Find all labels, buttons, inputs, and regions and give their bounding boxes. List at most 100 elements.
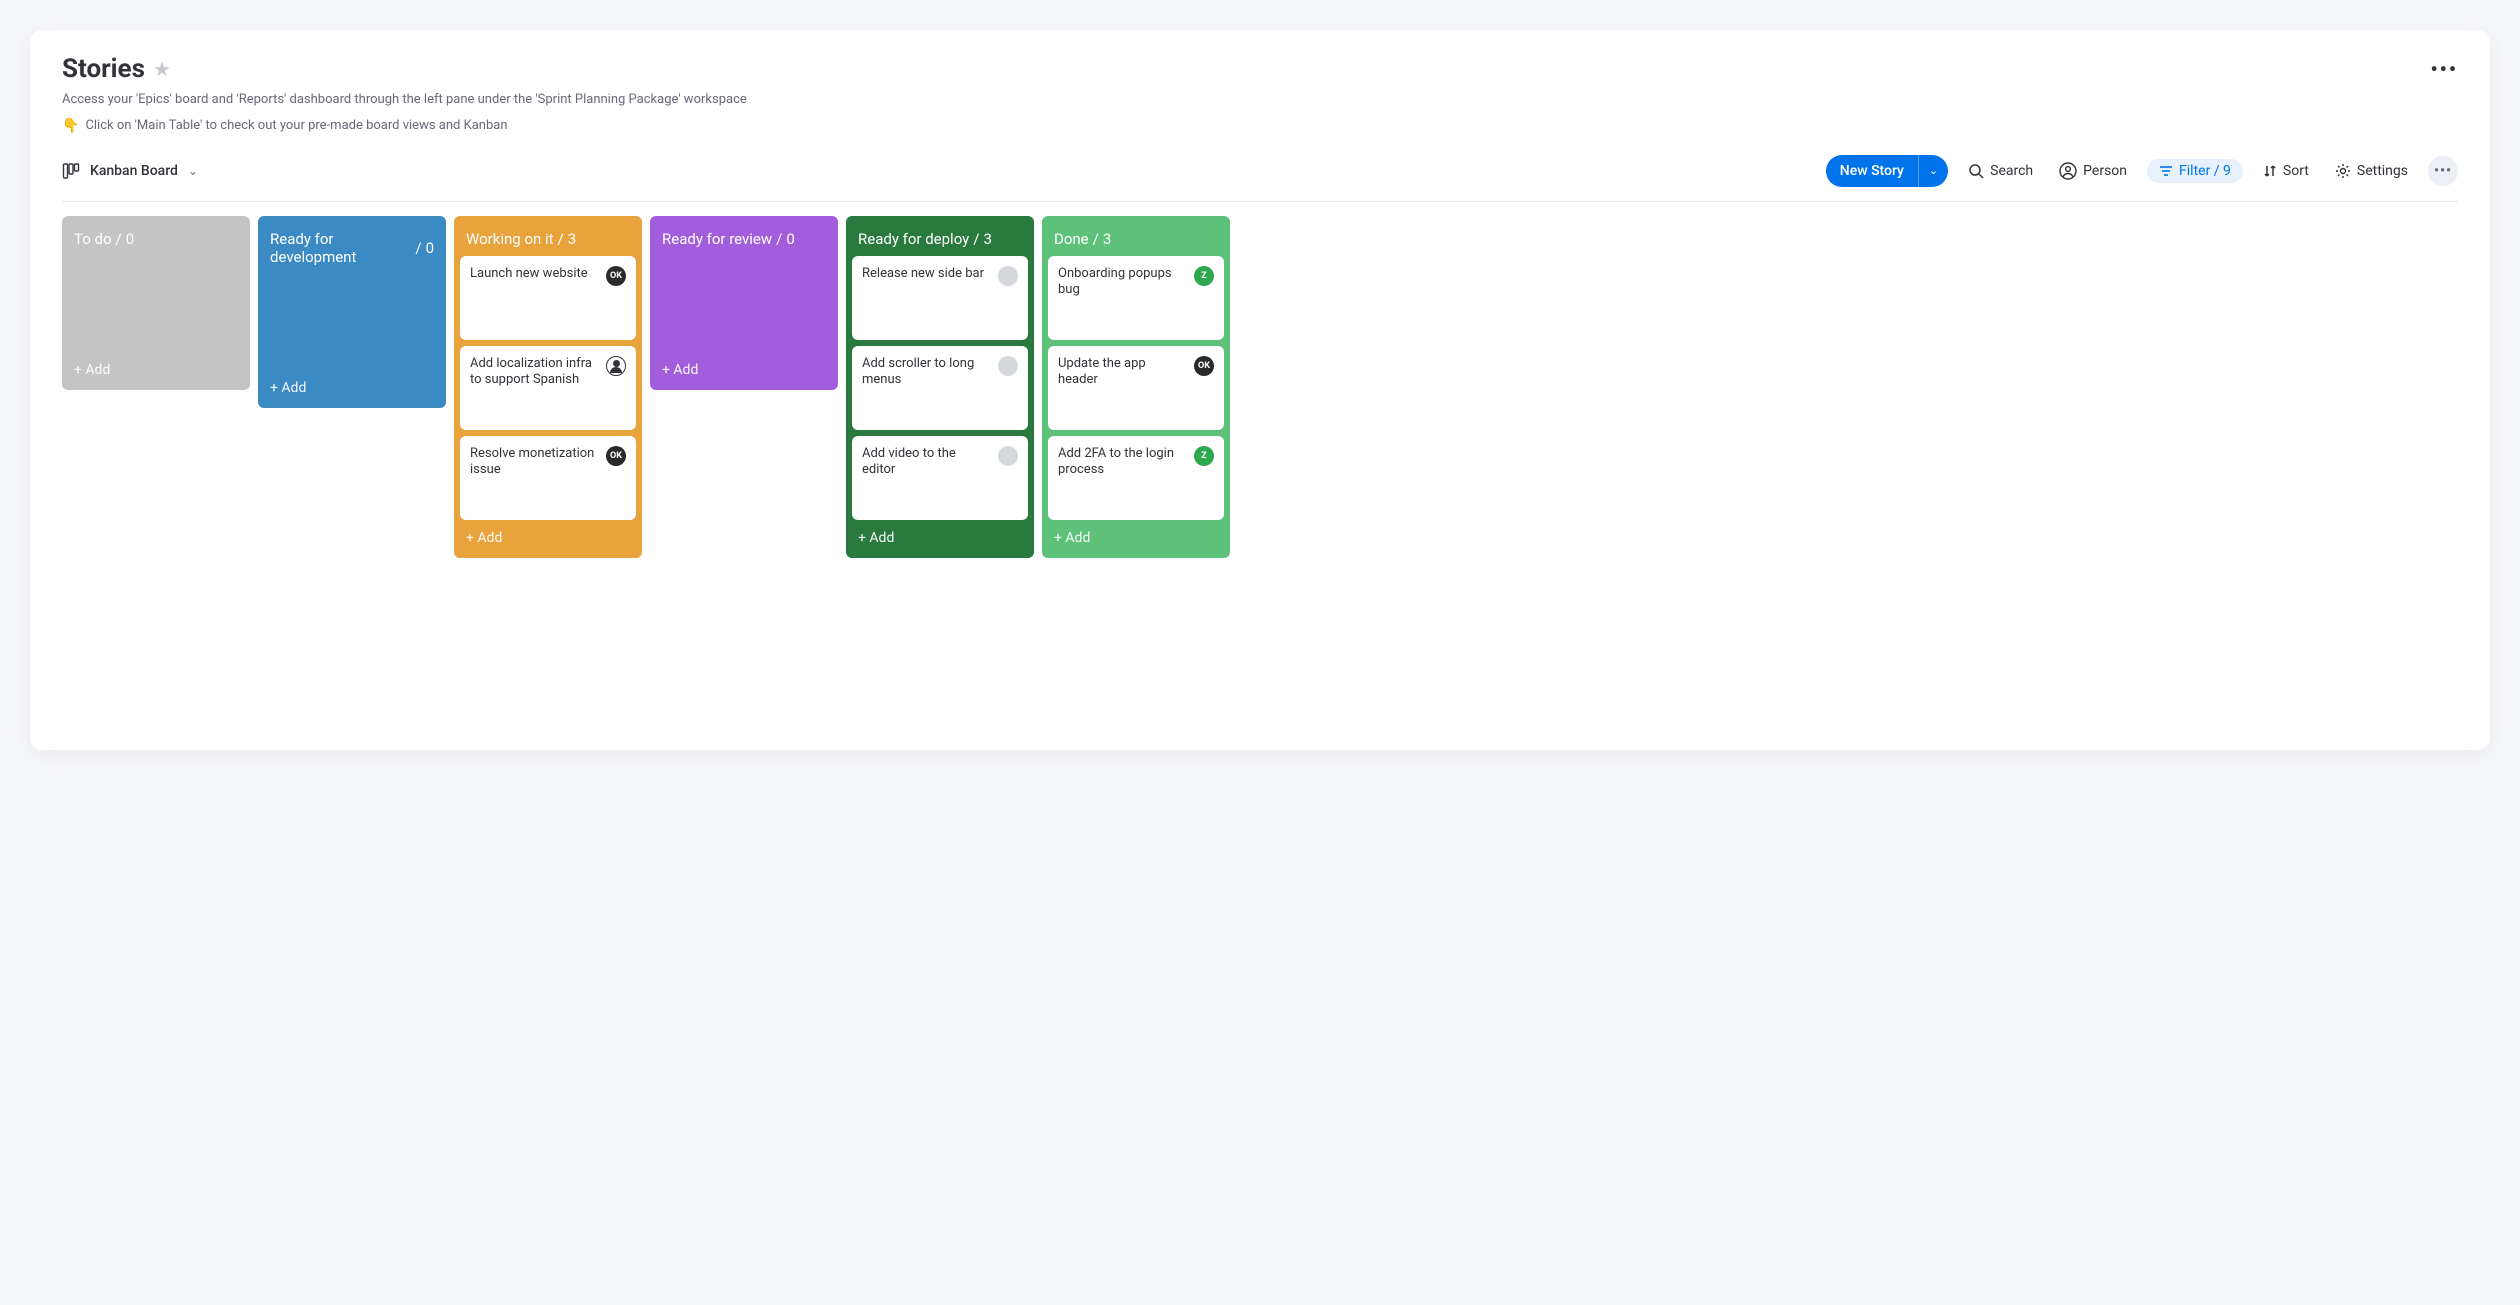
new-story-button[interactable]: New Story ⌄: [1826, 155, 1948, 187]
card-title: Resolve monetization issue: [470, 446, 600, 480]
search-button[interactable]: Search: [1962, 159, 2039, 183]
column-separator: /: [973, 230, 979, 248]
card-title: Release new side bar: [862, 266, 984, 283]
column-body: Release new side bar Add scroller to long…: [852, 256, 1028, 520]
column-header[interactable]: Ready for review / 0: [656, 222, 832, 256]
card-title: Add scroller to long menus: [862, 356, 992, 390]
column-title: Ready for deploy: [858, 230, 969, 248]
header-row: Stories ★ •••: [62, 54, 2458, 84]
column-todo: To do / 0 + Add: [62, 216, 250, 390]
assignee-avatar[interactable]: [998, 356, 1018, 376]
card-title: Add localization infra to support Spanis…: [470, 356, 600, 390]
column-count: 3: [568, 230, 576, 248]
search-label: Search: [1990, 163, 2033, 179]
toolbar-left[interactable]: Kanban Board ⌄: [62, 162, 198, 180]
kanban-columns: To do / 0 + Add Ready for development / 0 +…: [62, 216, 2458, 558]
column-ready-dev: Ready for development / 0 + Add: [258, 216, 446, 408]
column-count: 3: [1103, 230, 1111, 248]
column-title: To do: [74, 230, 112, 248]
kanban-board-icon: [62, 162, 80, 180]
sort-label: Sort: [2283, 163, 2309, 179]
add-card-button[interactable]: + Add: [68, 352, 244, 384]
more-menu-icon[interactable]: •••: [2430, 57, 2458, 81]
assignee-avatar[interactable]: Z: [1194, 266, 1214, 286]
column-separator: /: [116, 230, 122, 248]
assignee-avatar[interactable]: Z: [1194, 446, 1214, 466]
view-selector-label[interactable]: Kanban Board: [90, 163, 178, 179]
assignee-avatar[interactable]: OK: [606, 266, 626, 286]
column-title: Working on it: [466, 230, 554, 248]
kanban-card[interactable]: Update the app header OK: [1048, 346, 1224, 430]
assignee-avatar[interactable]: [606, 356, 626, 376]
card-title: Launch new website: [470, 266, 588, 283]
kanban-card[interactable]: Release new side bar: [852, 256, 1028, 340]
kanban-card[interactable]: Add localization infra to support Spanis…: [460, 346, 636, 430]
kanban-card[interactable]: Onboarding popups bug Z: [1048, 256, 1224, 340]
card-title: Add 2FA to the login process: [1058, 446, 1188, 480]
kanban-card[interactable]: Launch new website OK: [460, 256, 636, 340]
settings-button[interactable]: Settings: [2329, 159, 2414, 183]
column-header[interactable]: To do / 0: [68, 222, 244, 256]
card-title: Add video to the editor: [862, 446, 992, 480]
column-body: Launch new website OK Add localization inf…: [460, 256, 636, 520]
column-title: Ready for review: [662, 230, 772, 248]
column-body: [264, 274, 440, 370]
assignee-avatar[interactable]: OK: [606, 446, 626, 466]
board-container: Stories ★ ••• Access your 'Epics' board …: [30, 30, 2490, 750]
empty-column-spacer: [264, 274, 440, 370]
column-working: Working on it / 3 Launch new website OK Add…: [454, 216, 642, 558]
column-header[interactable]: Ready for deploy / 3: [852, 222, 1028, 256]
column-header[interactable]: Working on it / 3: [460, 222, 636, 256]
subtitle-line-1: Access your 'Epics' board and 'Reports' …: [62, 90, 2458, 110]
subtitle-line-2: 👇 Click on 'Main Table' to check out you…: [62, 116, 2458, 137]
column-separator: /: [776, 230, 782, 248]
column-title: Ready for development: [270, 230, 411, 266]
column-review: Ready for review / 0 + Add: [650, 216, 838, 390]
column-count: 0: [786, 230, 794, 248]
title-wrap: Stories ★: [62, 54, 171, 84]
sort-icon: [2263, 164, 2277, 178]
empty-column-spacer: [656, 256, 832, 352]
add-card-button[interactable]: + Add: [656, 352, 832, 384]
filter-button[interactable]: Filter / 9: [2147, 159, 2243, 183]
column-done: Done / 3 Onboarding popups bug Z Update the…: [1042, 216, 1230, 558]
filter-label: Filter / 9: [2179, 163, 2231, 179]
add-card-button[interactable]: + Add: [460, 520, 636, 552]
new-story-caret-icon[interactable]: ⌄: [1918, 155, 1948, 187]
assignee-avatar[interactable]: [998, 266, 1018, 286]
person-button[interactable]: Person: [2053, 158, 2133, 184]
card-title: Onboarding popups bug: [1058, 266, 1188, 300]
person-icon: [2059, 162, 2077, 180]
add-card-button[interactable]: + Add: [264, 370, 440, 402]
settings-label: Settings: [2357, 163, 2408, 179]
star-icon[interactable]: ★: [153, 57, 171, 81]
sort-button[interactable]: Sort: [2257, 159, 2315, 183]
add-card-button[interactable]: + Add: [852, 520, 1028, 552]
toolbar-more-icon[interactable]: •••: [2428, 156, 2458, 186]
new-story-label[interactable]: New Story: [1826, 155, 1918, 187]
column-separator: /: [415, 239, 421, 257]
toolbar: Kanban Board ⌄ New Story ⌄ Search: [62, 155, 2458, 202]
column-header[interactable]: Done / 3: [1048, 222, 1224, 256]
filter-icon: [2159, 164, 2173, 178]
add-card-button[interactable]: + Add: [1048, 520, 1224, 552]
kanban-card[interactable]: Add scroller to long menus: [852, 346, 1028, 430]
kanban-card[interactable]: Resolve monetization issue OK: [460, 436, 636, 520]
person-label: Person: [2083, 163, 2127, 179]
kanban-card[interactable]: Add video to the editor: [852, 436, 1028, 520]
column-body: [68, 256, 244, 352]
assignee-avatar[interactable]: OK: [1194, 356, 1214, 376]
column-separator: /: [1093, 230, 1099, 248]
column-count: 3: [983, 230, 991, 248]
chevron-down-icon[interactable]: ⌄: [188, 164, 198, 178]
kanban-card[interactable]: Add 2FA to the login process Z: [1048, 436, 1224, 520]
assignee-avatar[interactable]: [998, 446, 1018, 466]
column-body: Onboarding popups bug Z Update the app hea…: [1048, 256, 1224, 520]
column-count: 0: [426, 239, 434, 257]
page-title: Stories: [62, 54, 145, 84]
column-title: Done: [1054, 230, 1089, 248]
empty-column-spacer: [68, 256, 244, 352]
pointer-down-icon: 👇: [62, 116, 79, 137]
card-title: Update the app header: [1058, 356, 1188, 390]
column-header[interactable]: Ready for development / 0: [264, 222, 440, 274]
